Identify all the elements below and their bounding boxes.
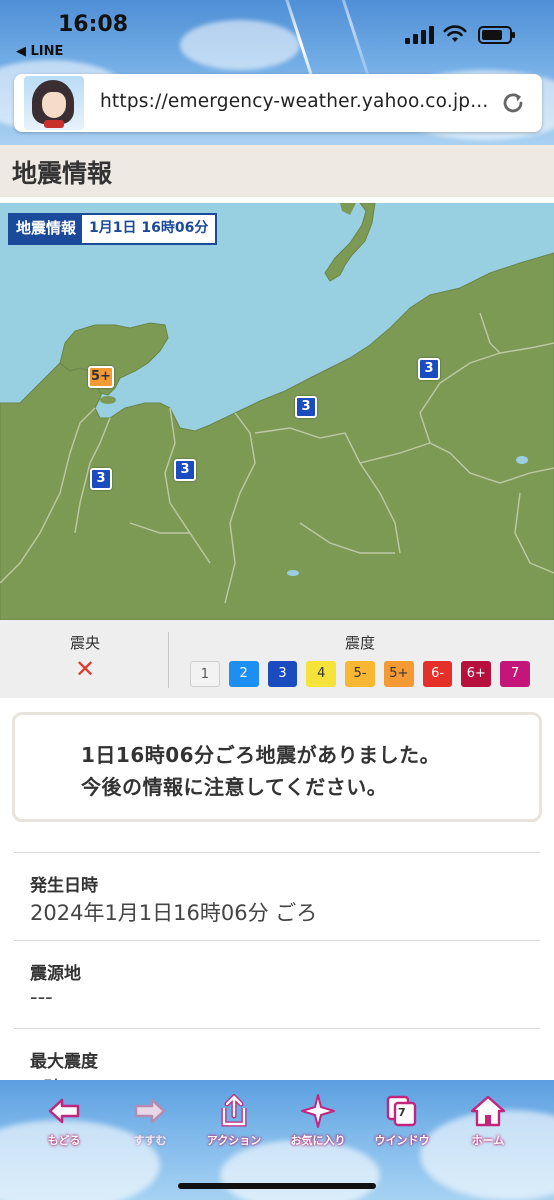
forward-button[interactable]: すすむ (110, 1094, 190, 1148)
lake (287, 570, 299, 576)
intensity-chip: 5+ (383, 661, 414, 687)
detail-value: --- (30, 985, 53, 1009)
detail-row-epicenter: 震源地 --- (14, 940, 540, 1029)
map-info-badge: 地震情報 1月1日 16時06分 (8, 213, 218, 245)
map-land-svg (0, 203, 554, 620)
legend-intensity-label: 震度 (344, 634, 375, 652)
home-icon (470, 1095, 506, 1127)
wifi-icon (443, 25, 467, 42)
home-button[interactable]: ホーム (448, 1094, 528, 1148)
intensity-chip: 5- (345, 661, 375, 687)
intensity-chip: 4 (306, 661, 337, 687)
legend-epicenter-label: 震央 (69, 634, 100, 652)
notojima-island (100, 396, 116, 404)
epicenter-cross-icon: ✕ (74, 655, 96, 683)
status-bar: 16:08 ◀ LINE (0, 0, 554, 70)
intensity-chip: 6+ (461, 661, 492, 687)
map-badge-datetime: 1月1日 16時06分 (89, 220, 209, 236)
windows-count: 7 (398, 1106, 406, 1119)
intensity-marker-3[interactable]: 3 (174, 459, 196, 481)
home-indicator (178, 1183, 376, 1189)
forward-arrow-icon (134, 1098, 166, 1124)
notice-line-1: 1日16時06分ごろ地震がありました。 (81, 743, 441, 767)
map-legend: 震央 ✕ 震度 1 2 3 4 5- 5+ 6- 6+ 7 (0, 620, 554, 698)
intensity-chip: 2 (228, 661, 259, 687)
intensity-marker-3[interactable]: 3 (418, 358, 440, 380)
detail-row-occurrence: 発生日時 2024年1月1日16時06分 ごろ (14, 852, 540, 941)
page-title-bar: 地震情報 (0, 145, 554, 197)
intensity-chip: 3 (267, 661, 298, 687)
address-bar[interactable]: https://emergency-weather.yahoo.co.jp... (14, 74, 542, 132)
back-arrow-icon (48, 1098, 80, 1124)
anime-avatar-icon (24, 76, 84, 130)
intensity-scale: 1 2 3 4 5- 5+ 6- 6+ 7 (190, 661, 531, 687)
mainland-region (0, 252, 554, 620)
intensity-chip: 1 (190, 661, 220, 687)
intensity-marker-3[interactable]: 3 (90, 468, 112, 490)
earthquake-notice-box: 1日16時06分ごろ地震がありました。 今後の情報に注意してください。 (12, 712, 542, 822)
detail-value: 2024年1月1日16時06分 ごろ (30, 901, 318, 925)
detail-key: 最大震度 (30, 1052, 98, 1072)
back-button-label: もどる (47, 1134, 81, 1147)
map-badge-label: 地震情報 (10, 215, 83, 243)
favorites-button-label: お気に入り (290, 1134, 346, 1147)
browser-toolbar: もどる すすむ アクション お気に入り 7 ウインドウ ホーム (0, 1080, 554, 1200)
lake (516, 456, 528, 464)
home-button-label: ホーム (471, 1134, 505, 1147)
notice-line-2: 今後の情報に注意してください。 (81, 775, 388, 799)
battery-icon (478, 26, 515, 44)
cellular-signal-icon (405, 26, 437, 44)
forward-button-label: すすむ (133, 1134, 167, 1147)
intensity-chip: 7 (500, 661, 531, 687)
status-time: 16:08 (58, 12, 129, 37)
legend-divider (168, 632, 169, 688)
sado-island-north (340, 203, 356, 215)
page-title: 地震情報 (12, 159, 113, 188)
detail-key: 震源地 (30, 964, 81, 984)
intensity-marker-3[interactable]: 3 (295, 396, 317, 418)
legend-intensity: 震度 1 2 3 4 5- 5+ 6- 6+ 7 (190, 632, 531, 687)
earthquake-map[interactable]: 地震情報 1月1日 16時06分 5+ 3 3 3 3 (0, 203, 554, 620)
reload-icon[interactable] (500, 90, 526, 116)
share-icon (221, 1094, 247, 1127)
favorites-button[interactable]: お気に入り (278, 1094, 358, 1148)
cloud-decoration (220, 1140, 380, 1200)
legend-epicenter: 震央 ✕ (50, 632, 120, 683)
intensity-marker-5plus[interactable]: 5+ (88, 366, 114, 388)
url-text[interactable]: https://emergency-weather.yahoo.co.jp... (100, 91, 488, 112)
intensity-chip: 6- (422, 661, 453, 687)
detail-key: 発生日時 (30, 876, 98, 896)
back-to-app-link[interactable]: ◀ LINE (16, 44, 63, 59)
action-button[interactable]: アクション (194, 1094, 274, 1148)
windows-button[interactable]: 7 ウインドウ (362, 1094, 442, 1148)
sparkle-star-icon (301, 1094, 335, 1128)
back-button[interactable]: もどる (24, 1094, 104, 1148)
detail-row-max-intensity: 最大震度 5強 (14, 1028, 540, 1081)
windows-button-label: ウインドウ (374, 1134, 430, 1147)
action-button-label: アクション (206, 1134, 262, 1147)
